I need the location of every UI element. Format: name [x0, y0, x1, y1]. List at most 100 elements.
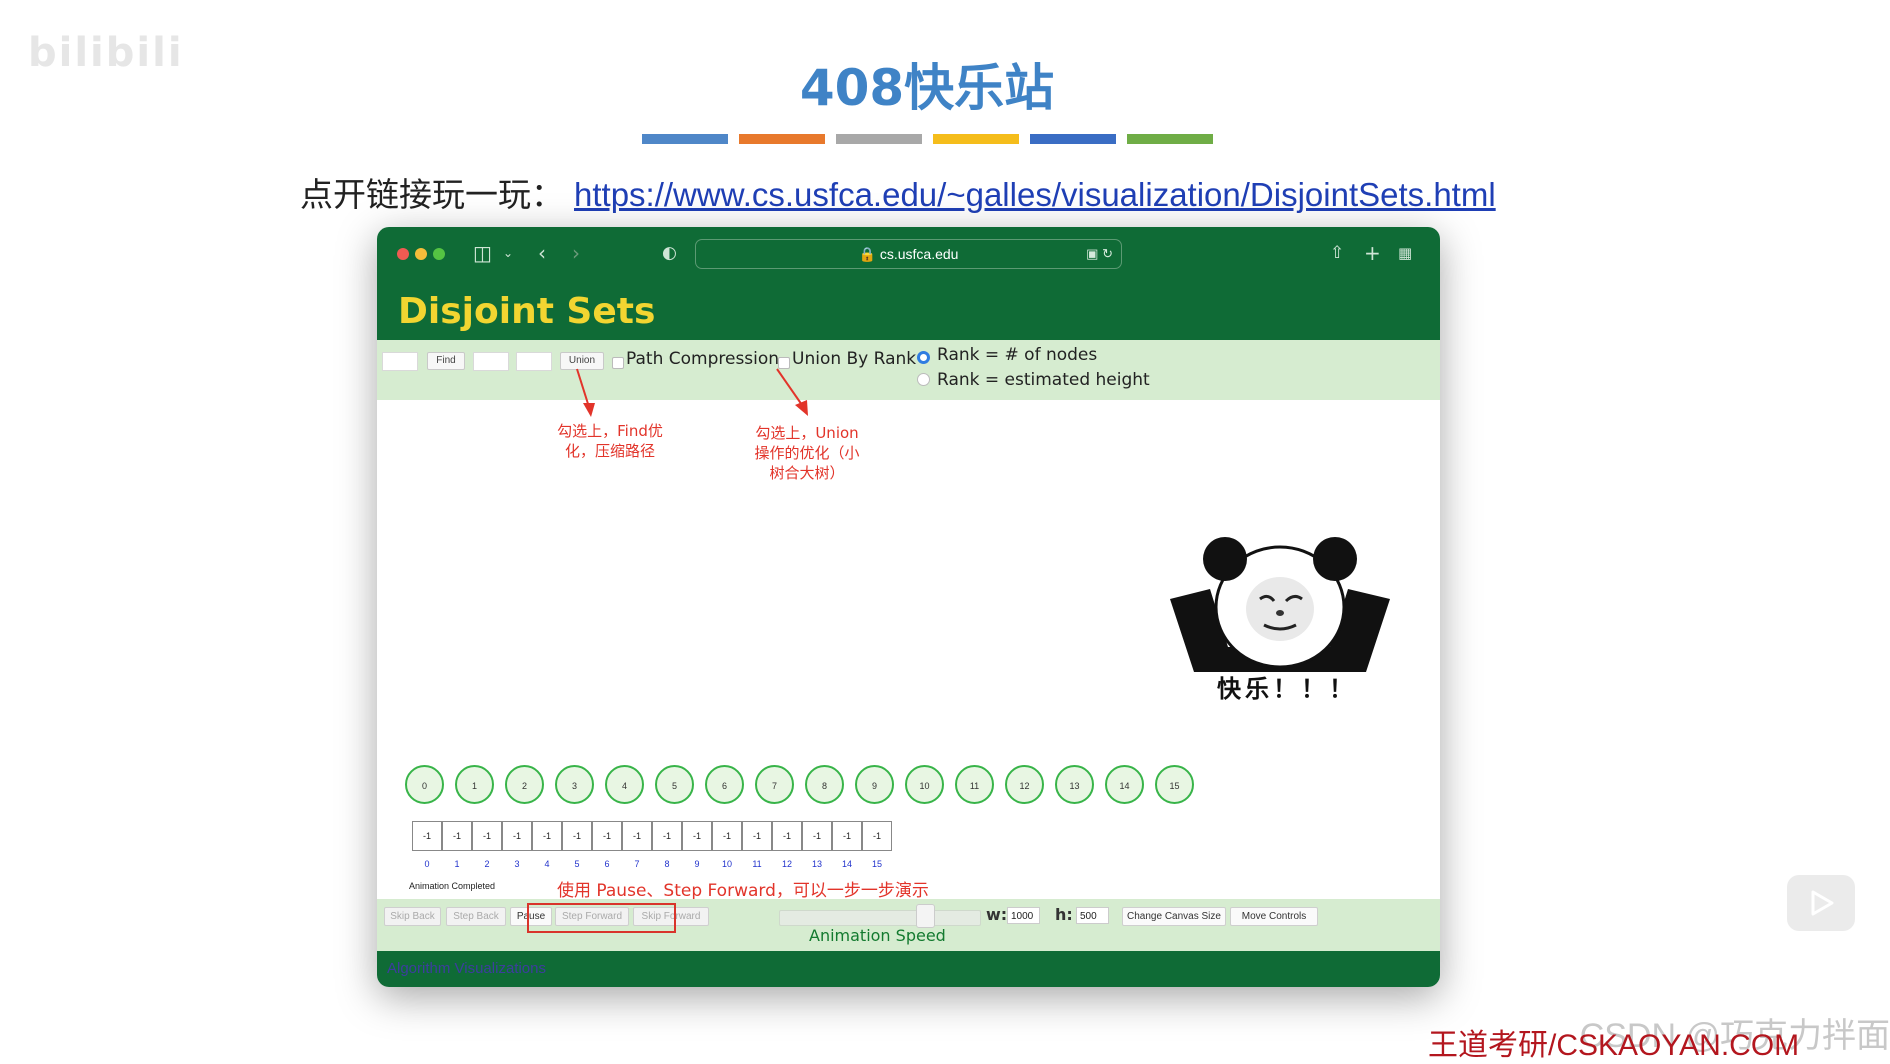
union-input-2[interactable] — [516, 352, 552, 371]
play-icon — [1811, 890, 1834, 916]
union-note-text: 勾选上，Union 操作的优化（小 树合大树） — [754, 424, 860, 482]
lock-icon: 🔒 — [858, 246, 876, 262]
find-annotation-arrow — [576, 368, 595, 417]
find-input[interactable] — [382, 352, 418, 371]
array-cell: -1 — [562, 821, 592, 851]
array-cell: -1 — [832, 821, 862, 851]
rank-height-label: Rank = estimated height — [937, 370, 1150, 390]
chevron-down-icon[interactable]: ⌄ — [503, 246, 513, 260]
video-play-button[interactable] — [1787, 875, 1855, 931]
move-controls-button[interactable]: Move Controls — [1230, 907, 1318, 926]
array-index: 1 — [454, 859, 460, 869]
pause-step-annotation: 使用 Pause、Step Forward，可以一步一步演示 — [557, 881, 929, 901]
set-node: 3 — [555, 765, 594, 804]
set-node: 11 — [955, 765, 994, 804]
color-bar — [933, 134, 1019, 144]
close-window-button[interactable] — [397, 248, 409, 260]
set-node: 13 — [1055, 765, 1094, 804]
array-cell: -1 — [742, 821, 772, 851]
canvas-width-input[interactable]: 1000 — [1007, 907, 1040, 924]
sidebar-icon[interactable]: ◫ — [473, 241, 492, 265]
width-label: w: — [986, 905, 1008, 924]
array-index: 5 — [574, 859, 580, 869]
color-bar — [642, 134, 728, 144]
share-icon[interactable]: ⇧ — [1330, 243, 1344, 263]
union-input-1[interactable] — [473, 352, 509, 371]
app-title: Disjoint Sets — [398, 291, 656, 332]
rank-height-radio[interactable] — [917, 373, 930, 386]
app-header: Disjoint Sets — [377, 279, 1440, 340]
slide-title: 408快乐站 — [799, 59, 1055, 117]
array-cell: -1 — [682, 821, 712, 851]
union-annotation: 勾选上，Union 操作的优化（小 树合大树） — [737, 423, 877, 483]
link-row: 点开链接玩一玩： https://www.cs.usfca.edu/~galles… — [300, 168, 1496, 216]
link-label: 点开链接玩一玩： — [300, 175, 564, 214]
rank-nodes-label: Rank = # of nodes — [937, 345, 1098, 365]
set-node: 9 — [855, 765, 894, 804]
back-icon[interactable]: ‹ — [538, 241, 546, 265]
array-index: 3 — [514, 859, 520, 869]
array-index: 4 — [544, 859, 550, 869]
array-index: 15 — [871, 859, 882, 869]
set-node: 12 — [1005, 765, 1044, 804]
tabs-overview-icon[interactable]: ▦ — [1398, 244, 1412, 262]
browser-window: ◫ ⌄ ‹ › ◐ 🔒 cs.usfca.edu ▣ ↻ ⇧ + ▦ Disjo… — [377, 227, 1440, 987]
array-index: 13 — [811, 859, 822, 869]
change-canvas-size-button[interactable]: Change Canvas Size — [1122, 907, 1226, 926]
address-actions: ▣ ↻ — [1086, 240, 1113, 268]
array-cell: -1 — [862, 821, 892, 851]
array-index: 10 — [721, 859, 732, 869]
shield-icon[interactable]: ◐ — [662, 243, 677, 263]
array-cell: -1 — [502, 821, 532, 851]
height-label: h: — [1055, 905, 1073, 924]
animation-speed-slider[interactable] — [779, 910, 981, 926]
array-cell: -1 — [652, 821, 682, 851]
set-node: 7 — [755, 765, 794, 804]
reload-icon[interactable]: ↻ — [1102, 246, 1113, 261]
animation-speed-label: Animation Speed — [809, 926, 946, 945]
step-back-button[interactable]: Step Back — [446, 907, 506, 926]
browser-titlebar: ◫ ⌄ ‹ › ◐ 🔒 cs.usfca.edu ▣ ↻ ⇧ + ▦ — [377, 227, 1440, 279]
array-cell: -1 — [772, 821, 802, 851]
path-compression-label: Path Compression — [626, 349, 780, 369]
set-node: 2 — [505, 765, 544, 804]
array-index: 9 — [694, 859, 700, 869]
visualization-link[interactable]: https://www.cs.usfca.edu/~galles/visuali… — [574, 176, 1496, 213]
find-button[interactable]: Find — [427, 352, 465, 370]
set-node: 5 — [655, 765, 694, 804]
array-cell: -1 — [622, 821, 652, 851]
color-bar — [1127, 134, 1213, 144]
skip-back-button[interactable]: Skip Back — [384, 907, 441, 926]
footer-link[interactable]: Algorithm Visualizations — [387, 960, 546, 977]
address-bar[interactable]: 🔒 cs.usfca.edu ▣ ↻ — [695, 239, 1122, 269]
array-index: 7 — [634, 859, 640, 869]
wangdao-credit: 王道考研/CSKAOYAN.COM — [1428, 1029, 1800, 1062]
new-tab-icon[interactable]: + — [1364, 241, 1381, 265]
animation-speed-thumb[interactable] — [916, 904, 935, 928]
array-cell: -1 — [442, 821, 472, 851]
canvas-height-input[interactable]: 500 — [1076, 907, 1109, 924]
set-node: 14 — [1105, 765, 1144, 804]
array-cell: -1 — [532, 821, 562, 851]
array-index: 6 — [604, 859, 610, 869]
app-footer: Algorithm Visualizations — [377, 951, 1440, 987]
minimize-window-button[interactable] — [415, 248, 427, 260]
array-index: 12 — [781, 859, 792, 869]
color-bar — [836, 134, 922, 144]
zoom-window-button[interactable] — [433, 248, 445, 260]
set-node: 0 — [405, 765, 444, 804]
array-index: 11 — [752, 859, 762, 869]
array-cell: -1 — [712, 821, 742, 851]
rank-nodes-radio[interactable] — [917, 351, 930, 364]
union-by-rank-label: Union By Rank — [792, 349, 917, 369]
array-cell: -1 — [802, 821, 832, 851]
set-node: 4 — [605, 765, 644, 804]
path-compression-checkbox[interactable] — [612, 357, 624, 369]
array-index: 14 — [841, 859, 852, 869]
pause-step-highlight — [527, 903, 676, 933]
address-text: cs.usfca.edu — [879, 246, 959, 262]
forward-icon[interactable]: › — [572, 241, 580, 265]
array-index: 0 — [424, 859, 430, 869]
union-annotation-arrow — [776, 368, 808, 416]
translate-icon[interactable]: ▣ — [1086, 246, 1098, 261]
